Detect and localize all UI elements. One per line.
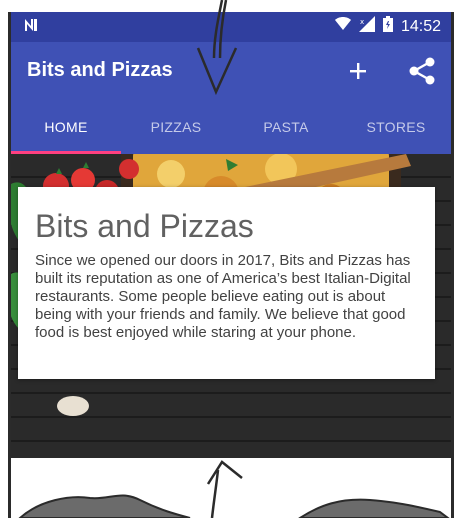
info-card: Bits and Pizzas Since we opened our door…	[18, 187, 435, 379]
app-toolbar: Bits and Pizzas	[11, 42, 451, 100]
share-icon	[409, 57, 435, 85]
tab-home[interactable]: HOME	[11, 100, 121, 154]
lower-content-area	[11, 458, 451, 518]
svg-text:x: x	[360, 18, 364, 26]
add-icon	[350, 63, 366, 79]
toolbar-actions	[341, 54, 439, 88]
status-time: 14:52	[400, 17, 441, 35]
tab-pizzas[interactable]: PIZZAS	[121, 100, 231, 154]
n-notification-icon	[23, 17, 39, 38]
signal-icon: x	[358, 16, 375, 37]
tab-pasta[interactable]: PASTA	[231, 100, 341, 154]
share-button[interactable]	[405, 54, 439, 88]
tab-bar: HOME PIZZAS PASTA STORES	[11, 100, 451, 154]
app-title: Bits and Pizzas	[27, 59, 173, 81]
status-icons: x 14:52	[334, 16, 441, 37]
card-title: Bits and Pizzas	[35, 208, 254, 244]
card-description: Since we opened our doors in 2017, Bits …	[35, 252, 411, 342]
tab-stores[interactable]: STORES	[341, 100, 451, 154]
status-bar: x 14:52	[11, 12, 451, 42]
add-button[interactable]	[341, 54, 375, 88]
wifi-icon	[334, 17, 351, 36]
screenshot-stage: x 14:52 Bits and Pizzas HOME PIZZAS PAST…	[0, 0, 460, 518]
battery-icon	[382, 16, 393, 37]
